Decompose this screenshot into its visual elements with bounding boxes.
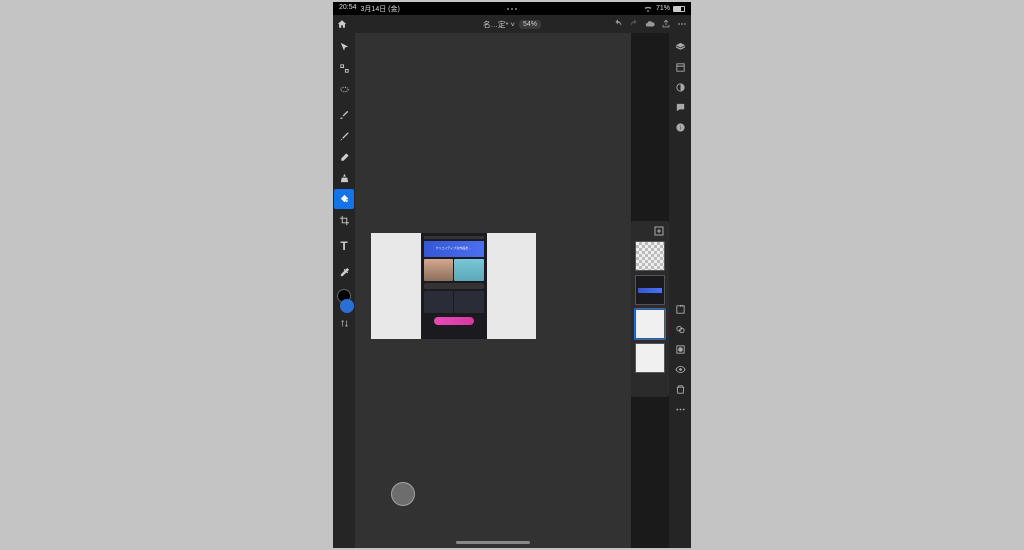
overflow-icon[interactable] (670, 399, 690, 419)
mock-card (454, 259, 484, 281)
layer-thumb[interactable] (635, 309, 665, 339)
brush-tool[interactable] (334, 105, 354, 125)
cloud-icon[interactable] (645, 19, 655, 29)
redo-icon[interactable] (629, 19, 639, 29)
home-icon[interactable] (337, 19, 347, 29)
filters-icon[interactable] (670, 319, 690, 339)
wifi-icon (643, 4, 653, 14)
selection-brush-tool[interactable] (334, 79, 354, 99)
left-toolbar: T (333, 33, 355, 548)
eraser-tool[interactable] (334, 147, 354, 167)
layers-panel (631, 221, 669, 397)
canvas-artboard[interactable]: クリエイティブな作品を… (371, 233, 536, 339)
mock-card (424, 259, 454, 281)
layer-properties-icon[interactable] (670, 57, 690, 77)
battery-pct: 71% (656, 5, 670, 12)
share-icon[interactable] (661, 19, 671, 29)
mock-banner: クリエイティブな作品を… (424, 241, 484, 257)
multitask-dots[interactable] (507, 8, 517, 10)
visibility-icon[interactable] (670, 359, 690, 379)
undo-icon[interactable] (613, 19, 623, 29)
app-window: 20:54 3月14日 (金) 71% 名…定* ˅ 54% (333, 2, 691, 548)
background-color[interactable] (340, 299, 354, 313)
fill-tool[interactable] (334, 189, 354, 209)
svg-text:i: i (679, 125, 680, 131)
status-time: 20:54 (339, 4, 357, 14)
status-date: 3月14日 (金) (361, 4, 400, 14)
document-title[interactable]: 名…定* ˅ (483, 19, 515, 30)
layer-thumb[interactable] (635, 241, 665, 271)
comments-icon[interactable] (670, 97, 690, 117)
type-tool[interactable]: T (334, 236, 354, 256)
mock-cta-pill (434, 317, 474, 325)
info-icon[interactable]: i (670, 117, 690, 137)
zoom-level[interactable]: 54% (519, 20, 541, 29)
crop-tool[interactable] (334, 210, 354, 230)
battery-icon (673, 6, 685, 12)
canvas-content: クリエイティブな作品を… (421, 233, 487, 339)
lasso-tool[interactable] (334, 58, 354, 78)
add-layer-icon[interactable] (653, 225, 665, 237)
adjustments-icon[interactable] (670, 77, 690, 97)
trash-icon[interactable] (670, 379, 690, 399)
mask-icon[interactable] (670, 339, 690, 359)
home-indicator[interactable] (456, 541, 530, 544)
mock-card (454, 291, 484, 313)
layers-panel-icon[interactable] (670, 37, 690, 57)
mock-tag (424, 283, 484, 289)
more-icon[interactable] (677, 19, 687, 29)
canvas-area[interactable]: クリエイティブな作品を… (355, 33, 631, 548)
layer-thumb[interactable] (635, 343, 665, 373)
layer-thumb[interactable] (635, 275, 665, 305)
status-bar: 20:54 3月14日 (金) 71% (333, 2, 691, 15)
app-toolbar: 名…定* ˅ 54% (333, 15, 691, 33)
mock-card (424, 291, 454, 313)
clone-stamp-tool[interactable] (334, 168, 354, 188)
right-toolbar: i (669, 33, 691, 548)
swap-colors-icon[interactable] (340, 319, 349, 328)
touch-cursor (391, 482, 415, 506)
eyedropper-tool[interactable] (334, 262, 354, 282)
color-swatches[interactable] (337, 289, 351, 328)
spot-heal-tool[interactable] (334, 126, 354, 146)
export-icon[interactable] (670, 299, 690, 319)
move-tool[interactable] (334, 37, 354, 57)
